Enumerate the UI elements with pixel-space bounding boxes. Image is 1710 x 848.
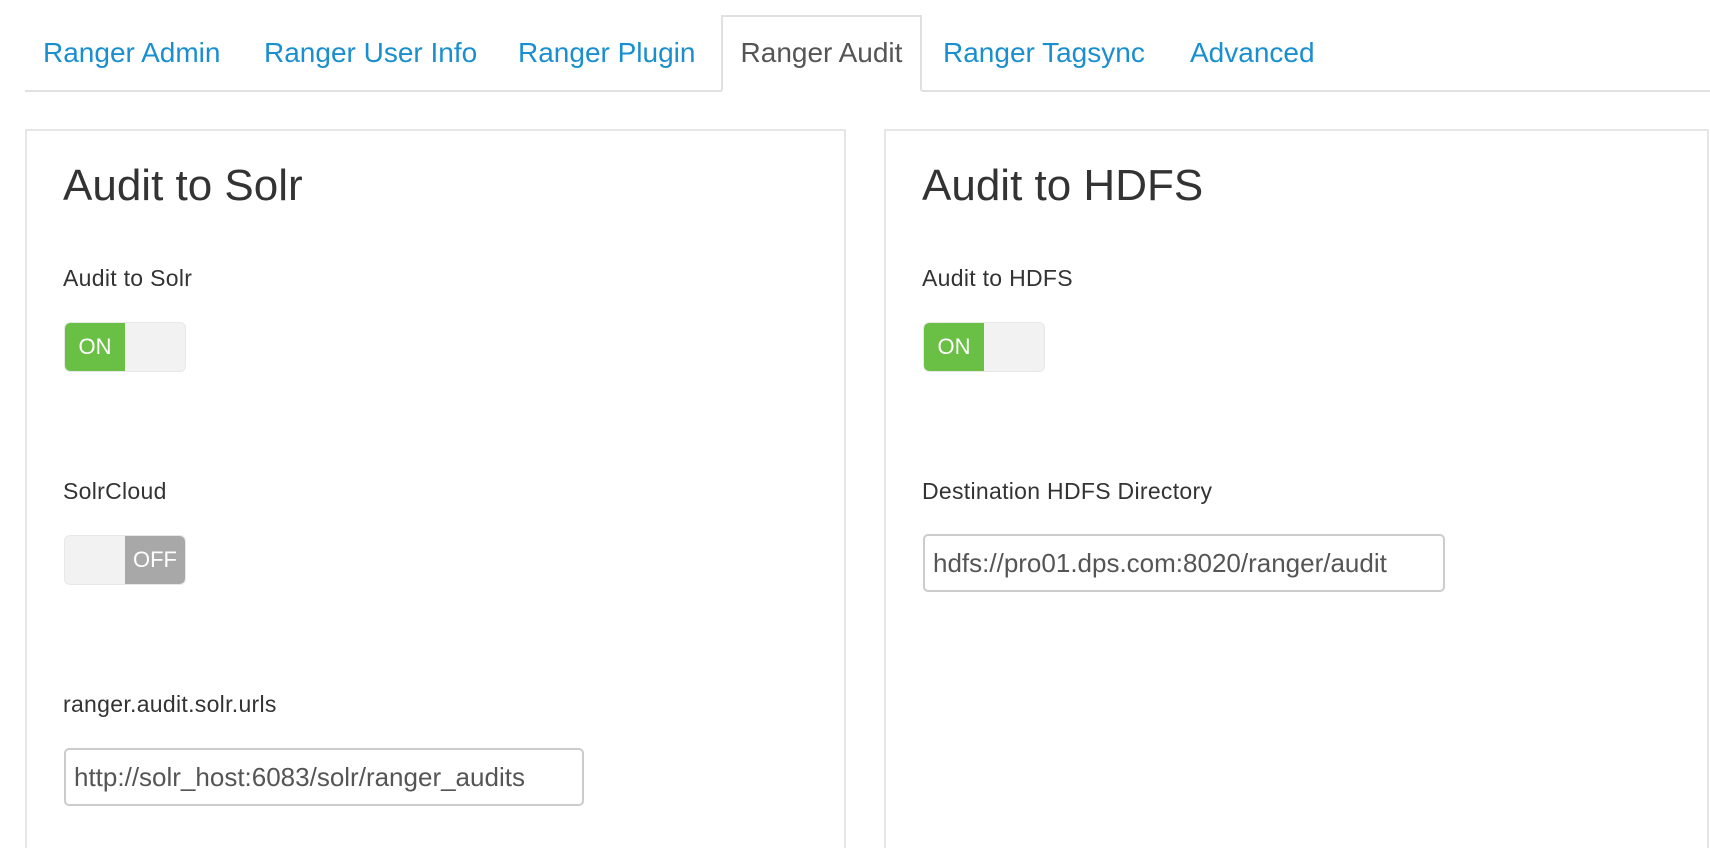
- tab-ranger-user-info[interactable]: Ranger User Info: [264, 16, 477, 90]
- destination-hdfs-directory-label: Destination HDFS Directory: [922, 478, 1213, 504]
- audit-to-hdfs-label: Audit to HDFS: [922, 265, 1073, 291]
- solr-urls-input[interactable]: [64, 748, 584, 806]
- ranger-audit-config-page: Ranger Admin Ranger User Info Ranger Plu…: [0, 0, 1710, 848]
- panel-title: Audit to HDFS: [922, 161, 1204, 210]
- tab-ranger-tagsync[interactable]: Ranger Tagsync: [943, 16, 1145, 90]
- destination-hdfs-directory-input[interactable]: [923, 534, 1445, 592]
- tab-advanced[interactable]: Advanced: [1190, 16, 1315, 90]
- solrcloud-toggle[interactable]: OFF: [64, 535, 186, 585]
- audit-to-hdfs-panel: Audit to HDFS Audit to HDFS ON Destinati…: [884, 129, 1709, 848]
- panel-title: Audit to Solr: [63, 161, 303, 210]
- audit-to-solr-toggle[interactable]: ON: [64, 322, 186, 372]
- solr-urls-label: ranger.audit.solr.urls: [63, 691, 277, 717]
- toggle-state-text: OFF: [125, 536, 185, 584]
- audit-to-hdfs-toggle[interactable]: ON: [923, 322, 1045, 372]
- tab-ranger-plugin[interactable]: Ranger Plugin: [518, 16, 695, 90]
- audit-to-solr-panel: Audit to Solr Audit to Solr ON SolrCloud…: [25, 129, 846, 848]
- tab-ranger-audit[interactable]: Ranger Audit: [721, 15, 922, 92]
- toggle-state-text: ON: [924, 323, 984, 371]
- toggle-state-text: ON: [65, 323, 125, 371]
- audit-to-solr-label: Audit to Solr: [63, 265, 193, 291]
- config-tabs: Ranger Admin Ranger User Info Ranger Plu…: [25, 0, 1710, 92]
- tab-ranger-admin[interactable]: Ranger Admin: [43, 16, 220, 90]
- solrcloud-label: SolrCloud: [63, 478, 167, 504]
